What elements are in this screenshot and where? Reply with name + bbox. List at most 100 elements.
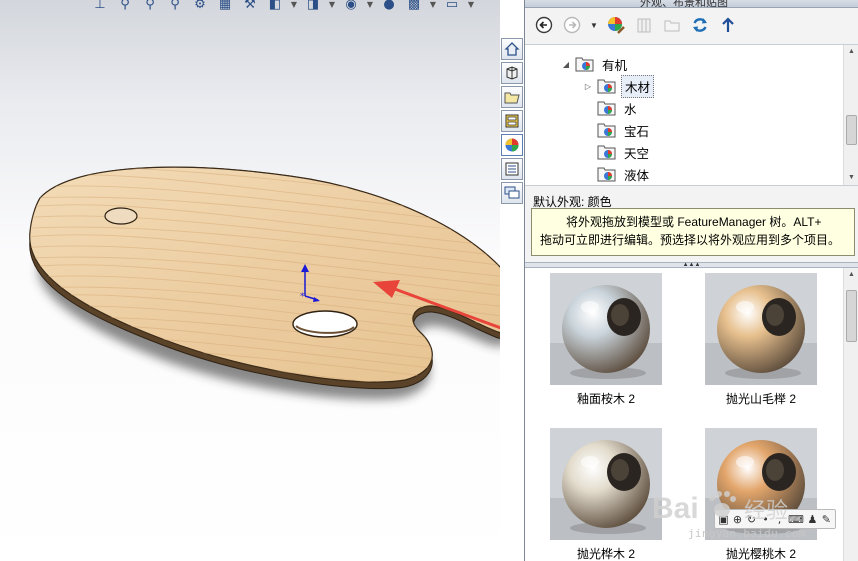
- tree-item-wood[interactable]: ▷ 木材: [583, 74, 655, 98]
- tab-forum[interactable]: [501, 182, 523, 204]
- sphere-highlight: [581, 456, 599, 468]
- tree-item-label: 液体: [624, 168, 650, 183]
- sphere-cutout-inner: [766, 304, 784, 326]
- sphere-cutout-inner: [766, 459, 784, 481]
- scroll-thumb[interactable]: [846, 290, 857, 342]
- view-palette-icon: [505, 114, 519, 128]
- grain-line: [0, 396, 500, 440]
- swatch-thumbnail: [550, 273, 662, 385]
- appearance-folder-icon: [597, 167, 616, 182]
- back-button[interactable]: [534, 15, 554, 35]
- tree-item-label: 水: [624, 102, 637, 117]
- up-folder-icon: [722, 17, 734, 32]
- appearance-ball-icon: [608, 17, 625, 34]
- appearance-folder-icon: [597, 145, 616, 160]
- custom-properties-icon: [505, 162, 519, 176]
- appearance-folder-icon: [575, 57, 594, 72]
- scroll-up-icon[interactable]: ▲: [844, 45, 858, 59]
- task-pane-toolbar: ▼: [525, 8, 858, 42]
- keyboard-icon[interactable]: ⌨: [788, 513, 804, 526]
- swatch-thumbnail: [550, 428, 662, 540]
- svg-text:*: *: [300, 292, 305, 302]
- tree-item-organic[interactable]: ◢ 有机: [561, 54, 630, 74]
- add-folder-button[interactable]: [662, 15, 682, 35]
- scroll-thumb[interactable]: [846, 115, 857, 145]
- watermark-url: jingyan.baidu.com: [688, 527, 806, 540]
- tab-3d-content[interactable]: [501, 62, 523, 84]
- tree-scrollbar[interactable]: ▲ ▼: [843, 45, 858, 185]
- tooltip-line-2: 拖动可立即进行编辑。预选择以将外观应用到多个项目。: [540, 233, 841, 247]
- forum-icon: [504, 186, 520, 199]
- folder-add-icon: [664, 20, 680, 32]
- library-icon: [637, 18, 651, 33]
- swatch-item[interactable]: 抛光桦木 2: [550, 428, 662, 561]
- back-icon: [535, 16, 553, 34]
- palette-model[interactable]: *: [0, 0, 500, 561]
- tab-view-palette[interactable]: [501, 110, 523, 132]
- dot-icon[interactable]: •: [760, 513, 771, 526]
- tree-item-label: 木材: [621, 74, 655, 98]
- tree-item-label: 天空: [624, 146, 650, 161]
- sphere-cutout-inner: [611, 304, 629, 326]
- sphere-highlight: [736, 301, 754, 313]
- folder-icon: [504, 92, 520, 104]
- tooltip-message: 将外观拖放到模型或 FeatureManager 树。ALT+ 拖动可立即进行编…: [531, 208, 855, 256]
- appearance-ball-icon: [505, 138, 519, 152]
- tree-item-liquid[interactable]: 液体: [597, 164, 652, 184]
- tree-item-label: 宝石: [624, 124, 650, 139]
- swatch-label: 抛光桦木 2: [576, 547, 635, 561]
- swatch-label: 抛光山毛榉 2: [725, 392, 796, 406]
- sketch-icon[interactable]: ⊕: [732, 513, 743, 526]
- sphere-highlight: [736, 456, 754, 468]
- appearances-button[interactable]: [606, 15, 626, 35]
- swatch-label: 釉面桉木 2: [576, 392, 635, 406]
- sphere-highlight: [581, 301, 599, 313]
- forward-button[interactable]: [562, 15, 582, 35]
- task-pane-title-bar: 外观、布景和贴图: [525, 0, 858, 8]
- swatch-item[interactable]: 抛光山毛榉 2: [705, 273, 817, 407]
- scroll-down-icon[interactable]: ▼: [844, 171, 858, 185]
- appearance-folder-icon: [597, 79, 616, 94]
- task-pane-tabs: [500, 38, 524, 210]
- task-pane: 外观、布景和贴图 ▼ ◢ 有机 ▷ 木材 水 宝石 天空 液体 ▲ ▼ 默认外观…: [524, 0, 858, 561]
- sphere-cutout-inner: [611, 459, 629, 481]
- shortcut-toolbar: ▣ ⊕ ↻ • , ⌨ ♟ ✎: [714, 509, 836, 529]
- refresh-button[interactable]: [690, 15, 710, 35]
- task-pane-title: 外观、布景和贴图: [640, 0, 728, 8]
- refresh-icon: [693, 18, 707, 32]
- wrench-icon[interactable]: ✎: [821, 513, 832, 526]
- rotate-icon[interactable]: ↻: [746, 513, 757, 526]
- tab-file-explorer[interactable]: [501, 86, 523, 108]
- library-button[interactable]: [634, 15, 654, 35]
- tab-design-library[interactable]: [501, 38, 523, 60]
- tab-custom-properties[interactable]: [501, 158, 523, 180]
- appearance-folder-icon: [597, 101, 616, 116]
- chevron-down-icon[interactable]: ▼: [590, 15, 598, 35]
- appearance-folder-icon: [597, 123, 616, 138]
- up-folder-button[interactable]: [718, 15, 738, 35]
- swatch-item[interactable]: 釉面桉木 2: [550, 273, 662, 407]
- person-icon[interactable]: ♟: [807, 513, 818, 526]
- swatch-item[interactable]: 抛光樱桃木 2: [705, 428, 817, 561]
- tree-item-gems[interactable]: 宝石: [597, 120, 652, 140]
- expand-icon[interactable]: ▷: [583, 82, 593, 91]
- tree-item-sky[interactable]: 天空: [597, 142, 652, 162]
- collapse-icon[interactable]: ◢: [561, 60, 571, 69]
- tooltip-line-1: 将外观拖放到模型或 FeatureManager 树。ALT+: [566, 215, 822, 229]
- comma-icon[interactable]: ,: [774, 513, 785, 526]
- grain-line: [0, 385, 500, 430]
- swatch-thumbnail: [705, 273, 817, 385]
- tree-item-label: 有机: [602, 58, 628, 73]
- gallery-scrollbar[interactable]: ▲: [843, 268, 858, 561]
- graphics-area[interactable]: ⊥ ⚲ ⚲ ⚲ ⚙ ▦ ⚒ ◧ ▼ ◨ ▼ ◉ ▼ ● ▩ ▼ ▭ ▼ *: [0, 0, 500, 561]
- thumb-hole: [104, 207, 138, 225]
- tree-item-water[interactable]: 水: [597, 98, 640, 118]
- forward-icon: [563, 16, 581, 34]
- smart-dimension-icon[interactable]: ▣: [718, 513, 729, 526]
- home-icon: [504, 42, 520, 56]
- appearance-tree: ◢ 有机 ▷ 木材 水 宝石 天空 液体 ▲ ▼: [525, 44, 858, 186]
- tab-appearances-scenes[interactable]: [501, 134, 523, 156]
- swatch-label: 抛光樱桃木 2: [725, 547, 796, 561]
- scroll-up-icon[interactable]: ▲: [844, 268, 858, 282]
- 3d-content-icon: [506, 66, 518, 80]
